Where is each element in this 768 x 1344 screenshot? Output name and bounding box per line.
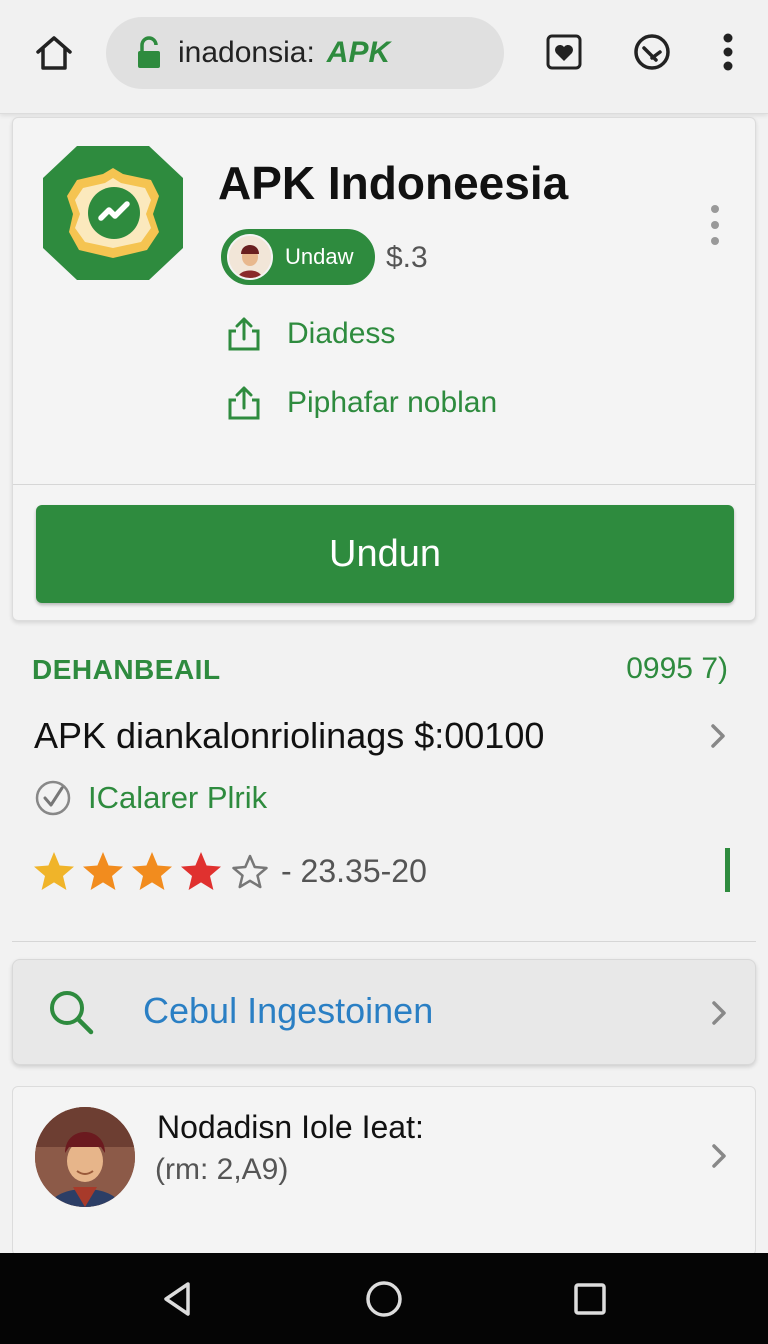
app-logo [43, 146, 183, 280]
chevron-right-icon [707, 1141, 731, 1171]
action-label: Piphafar noblan [287, 386, 498, 419]
developer-avatar [227, 234, 273, 280]
more-vert-icon [723, 33, 733, 71]
star-filled-icon [83, 852, 123, 890]
heart-icon [546, 34, 582, 70]
profile-avatar [35, 1107, 135, 1207]
action-piphafar[interactable]: Piphafar noblan [225, 381, 497, 425]
url-path: APK [326, 36, 391, 69]
home-button[interactable] [30, 30, 78, 76]
divider [12, 941, 756, 942]
search-icon [45, 986, 97, 1038]
info-row[interactable]: APK diankalonriolinags $:00100 [34, 714, 734, 758]
profile-name: Nodadisn Iole Ieat: [157, 1109, 424, 1145]
star-filled-icon [132, 852, 172, 890]
browser-toolbar: inadonsia: APK [0, 0, 768, 114]
home-circle-icon [366, 1281, 402, 1317]
address-bar[interactable]: inadonsia: APK [106, 17, 504, 89]
section-count: 0995 7) [626, 652, 728, 685]
profile-subtitle: (rm: 2,A9) [155, 1153, 289, 1186]
accent-bar [725, 848, 730, 892]
developer-chip[interactable]: Undaw [221, 229, 375, 285]
app-price: $.3 [386, 241, 428, 274]
share-icon [225, 383, 263, 423]
section-label: DEHANBEAIL [32, 654, 221, 685]
divider [13, 484, 755, 485]
chevron-right-icon [706, 721, 730, 751]
profile-card[interactable]: Nodadisn Iole Ieat: (rm: 2,A9) [12, 1086, 756, 1256]
check-label: ICalarer Plrik [88, 780, 268, 815]
nav-home-button[interactable] [360, 1275, 408, 1323]
developer-name: Undaw [285, 244, 354, 269]
browser-menu-button[interactable] [712, 30, 744, 74]
download-button[interactable]: Undun [36, 505, 734, 603]
star-filled-icon [34, 852, 74, 890]
bookmark-button[interactable] [542, 30, 586, 74]
recents-icon [574, 1283, 606, 1315]
star-filled-icon [181, 852, 221, 890]
home-icon [36, 36, 72, 70]
app-options-button[interactable] [703, 200, 727, 250]
check-circle-icon [34, 779, 72, 817]
info-text: APK diankalonriolinags $:00100 [34, 715, 545, 756]
back-icon [164, 1282, 190, 1316]
share-icon [225, 314, 263, 354]
rating-row: - 23.35-20 [32, 846, 427, 896]
system-nav-bar [0, 1253, 768, 1344]
nav-recents-button[interactable] [566, 1275, 614, 1323]
action-diadess[interactable]: Diadess [225, 312, 395, 356]
nav-back-button[interactable] [154, 1275, 202, 1323]
chevron-right-icon [707, 998, 731, 1028]
action-label: Diadess [287, 317, 396, 350]
url-host: inadonsia: [178, 36, 315, 69]
search-bar[interactable]: Cebul Ingestoinen [12, 959, 756, 1065]
app-card: APK Indoneesia Undaw $.3 Diadess Piphafa… [12, 117, 756, 621]
check-row[interactable]: ICalarer Plrik [34, 778, 267, 818]
tabs-icon [634, 34, 670, 70]
lock-icon [134, 35, 164, 71]
tabs-button[interactable] [630, 30, 674, 74]
star-empty-icon [232, 854, 268, 889]
search-label: Cebul Ingestoinen [143, 990, 434, 1031]
more-vert-icon [711, 205, 719, 245]
rating-text: - 23.35-20 [281, 852, 427, 889]
app-title: APK Indoneesia [218, 157, 569, 209]
